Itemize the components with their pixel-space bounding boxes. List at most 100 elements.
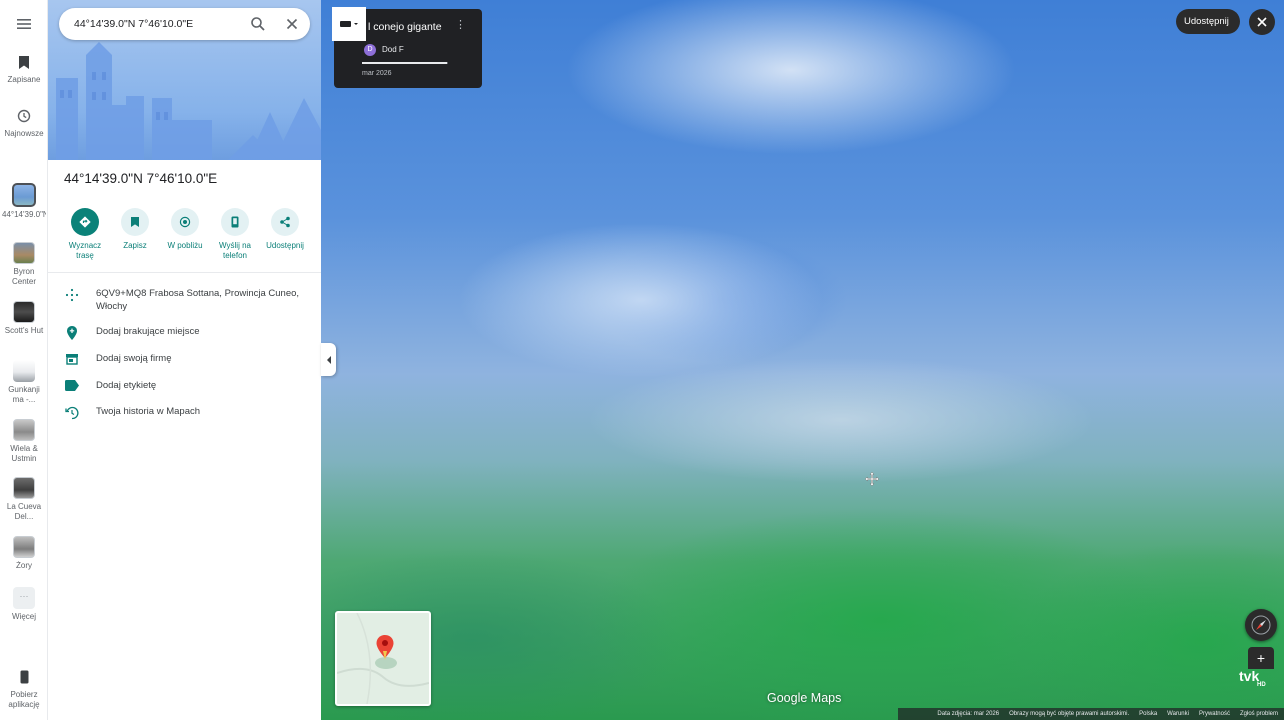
rail-history-label: La Cueva Del... <box>6 502 42 521</box>
map-footer: Data zdjęcia: mar 2026 Obrazy mogą być o… <box>898 708 1284 720</box>
add-missing-place-text: Dodaj brakujące miejsce <box>96 326 200 337</box>
phone-icon <box>221 208 249 236</box>
rail-history-label: Wiela & Ustmin <box>10 444 38 463</box>
back-button[interactable] <box>332 7 366 41</box>
channel-watermark: tvk HD <box>1233 662 1273 692</box>
plus-code-row[interactable]: 6QV9+MQ8 Frabosa Sottana, Prowincja Cune… <box>48 287 321 313</box>
rail-history-item[interactable]: Byron Center <box>0 242 48 287</box>
more-button[interactable]: ··· Więcej <box>0 587 48 622</box>
search-box[interactable] <box>59 8 310 40</box>
terms-link[interactable]: Warunki <box>1167 711 1189 717</box>
get-app-button[interactable]: Pobierz aplikację <box>0 667 48 710</box>
share-label: Udostępnij <box>266 241 304 250</box>
history-icon <box>14 106 34 126</box>
add-business-row[interactable]: Dodaj swoją firmę <box>48 352 321 365</box>
rail-history-item[interactable]: Wiela & Ustmin <box>0 419 48 464</box>
recent-label: Najnowsze <box>4 129 44 138</box>
more-label: Więcej <box>11 612 36 621</box>
move-cursor-icon <box>864 471 880 487</box>
close-icon <box>1257 17 1267 27</box>
more-icon: ··· <box>13 587 35 609</box>
add-location-icon <box>48 325 96 340</box>
nearby-label: W pobliżu <box>167 241 203 250</box>
privacy-link[interactable]: Prywatność <box>1199 711 1230 717</box>
saved-label: Zapisane <box>7 75 41 84</box>
bookmark-icon <box>14 52 34 72</box>
compass-button[interactable] <box>1245 609 1277 641</box>
search-icon[interactable] <box>250 16 266 32</box>
image-date-text: Data zdjęcia: mar 2026 <box>937 711 1000 717</box>
chevron-left-icon <box>326 355 331 364</box>
report-problem-link[interactable]: Zgłoś problem <box>1240 711 1278 717</box>
rail-history-item[interactable]: Żory <box>0 536 48 571</box>
divider <box>48 272 321 273</box>
mini-map[interactable] <box>335 611 431 706</box>
save-button[interactable]: Zapisz <box>110 208 160 261</box>
history-icon <box>48 405 96 420</box>
rail-history-label: Scott's Hut <box>4 326 44 335</box>
collapse-panel-button[interactable] <box>321 343 336 376</box>
nearby-icon <box>171 208 199 236</box>
place-title: 44°14'39.0"N 7°46'10.0"E <box>64 171 218 186</box>
rail-history-item[interactable]: Gunkanji ma -... <box>0 360 48 405</box>
saved-button[interactable]: Zapisane <box>0 52 48 85</box>
watermark-hd: HD <box>1257 682 1266 688</box>
rail-history-label: Gunkanji ma -... <box>8 385 40 404</box>
rail-history-item[interactable]: La Cueva Del... <box>0 477 48 522</box>
photo-progress-fill <box>362 62 448 64</box>
place-thumbnail <box>13 242 35 264</box>
save-label: Zapisz <box>123 241 147 250</box>
add-label-row[interactable]: Dodaj etykietę <box>48 379 321 392</box>
place-thumbnail <box>13 419 35 441</box>
menu-button[interactable] <box>0 14 48 34</box>
more-options-icon[interactable]: ⋮ <box>455 20 466 31</box>
photo-title: l conejo gigante <box>368 21 442 33</box>
rail-history-label: Żory <box>16 561 32 570</box>
store-icon <box>48 352 96 365</box>
bookmark-icon <box>121 208 149 236</box>
photo-progress-bar <box>362 62 448 64</box>
share-view-label: Udostępnij <box>1184 16 1229 27</box>
maps-history-row[interactable]: Twoja historia w Mapach <box>48 405 321 420</box>
place-thumbnail <box>12 183 36 207</box>
share-view-button[interactable]: Udostępnij <box>1176 9 1240 34</box>
action-bar: Wyznacz trasę Zapisz W pobliżu Wyślij na… <box>60 208 310 261</box>
author-name[interactable]: Dod F <box>382 44 404 56</box>
google-maps-logo: Google Maps <box>767 691 842 705</box>
maps-history-text: Twoja historia w Mapach <box>96 406 201 417</box>
add-label-text: Dodaj etykietę <box>96 380 157 391</box>
photo-info-card[interactable]: l conejo gigante ⋮ D Dod F mar 2026 <box>332 7 482 88</box>
directions-button[interactable]: Wyznacz trasę <box>60 208 110 261</box>
place-thumbnail <box>13 477 35 499</box>
place-thumbnail <box>13 301 35 323</box>
send-to-phone-label: Wyślij na telefon <box>219 241 251 260</box>
add-missing-place-row[interactable]: Dodaj brakujące miejsce <box>48 325 321 340</box>
rail-history-item[interactable]: 44°14'39.0"N... <box>0 183 48 220</box>
rail-history-label: 44°14'39.0"N... <box>2 210 46 219</box>
search-input[interactable] <box>74 18 244 30</box>
hamburger-icon <box>14 14 34 34</box>
plus-code-text: 6QV9+MQ8 Frabosa Sottana, Prowincja Cune… <box>96 288 300 312</box>
rail-history-label: Byron Center <box>11 267 36 286</box>
photo-date: mar 2026 <box>362 70 392 77</box>
recent-button[interactable]: Najnowsze <box>0 106 48 139</box>
directions-label: Wyznacz trasę <box>68 241 102 260</box>
rail-history-item[interactable]: Scott's Hut <box>0 301 48 336</box>
share-icon <box>271 208 299 236</box>
language-link[interactable]: Polska <box>1139 711 1157 717</box>
author-avatar: D <box>364 44 376 56</box>
location-pin-icon <box>376 635 394 660</box>
directions-icon <box>71 208 99 236</box>
clear-search-icon[interactable] <box>284 16 300 32</box>
copyright-notice: Obrazy mogą być objęte prawami autorskim… <box>1009 711 1130 717</box>
label-icon <box>48 379 96 391</box>
phone-icon <box>14 667 34 687</box>
send-to-phone-button[interactable]: Wyślij na telefon <box>210 208 260 261</box>
share-button[interactable]: Udostępnij <box>260 208 310 261</box>
nearby-button[interactable]: W pobliżu <box>160 208 210 261</box>
place-thumbnail <box>13 360 35 382</box>
place-thumbnail <box>13 536 35 558</box>
place-panel: 44°14'39.0"N 7°46'10.0"E Wyznacz trasę Z… <box>48 0 321 720</box>
close-street-view-button[interactable] <box>1249 9 1275 35</box>
street-view-image[interactable]: l conejo gigante ⋮ D Dod F mar 2026 Goog… <box>321 0 1284 720</box>
